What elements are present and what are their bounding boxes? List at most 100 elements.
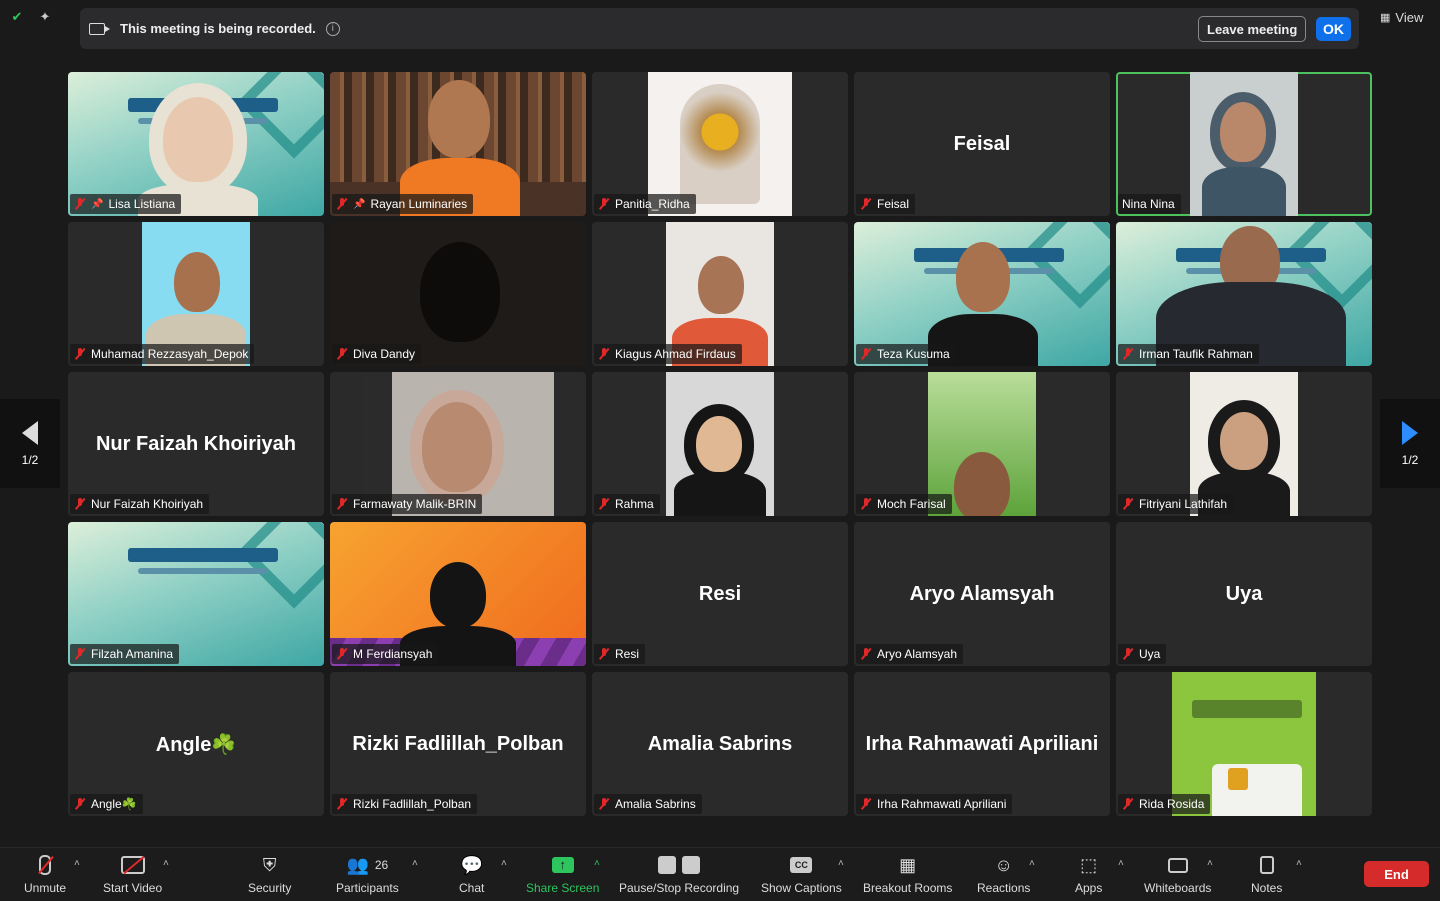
chat-button[interactable]: 💬 Chat: [459, 854, 485, 896]
participant-tile[interactable]: Farmawaty Malik-BRIN: [330, 372, 586, 516]
pause-stop-recording-button[interactable]: Pause/Stop Recording: [619, 854, 739, 895]
ok-button[interactable]: OK: [1316, 17, 1351, 41]
participant-tile[interactable]: Muhamad Rezzasyah_Depok: [68, 222, 324, 366]
participant-tile[interactable]: Angle☘️ Angle☘️: [68, 672, 324, 816]
participant-tile[interactable]: Feisal Feisal: [854, 72, 1110, 216]
participant-tile[interactable]: Rahma: [592, 372, 848, 516]
participant-name: Uya: [1139, 647, 1161, 661]
next-page-button[interactable]: 1/2: [1380, 399, 1440, 488]
participant-tile[interactable]: Kiagus Ahmad Firdaus: [592, 222, 848, 366]
participant-tile[interactable]: Uya Uya: [1116, 522, 1372, 666]
name-label: Amalia Sabrins: [594, 794, 702, 814]
whiteboards-button[interactable]: Whiteboards: [1144, 854, 1211, 895]
start-video-button[interactable]: Start Video: [103, 854, 162, 895]
whiteboards-caret-icon[interactable]: ˄: [1207, 858, 1213, 869]
participant-name: Resi: [615, 647, 640, 661]
chat-caret-icon[interactable]: ˄: [501, 858, 507, 869]
previous-page-button[interactable]: 1/2: [0, 399, 60, 488]
camera-icon: [89, 22, 110, 35]
name-label: Teza Kusuma: [856, 344, 956, 364]
breakout-label: Breakout Rooms: [863, 881, 953, 895]
share-caret-icon[interactable]: ˄: [594, 858, 600, 869]
participant-tile[interactable]: Irha Rahmawati Apriliani Irha Rahmawati …: [854, 672, 1110, 816]
participant-tile[interactable]: Panitia_Ridha: [592, 72, 848, 216]
participant-name: Fitriyani Lathifah: [1139, 497, 1228, 511]
audio-options-caret-icon[interactable]: ˄: [74, 858, 80, 869]
participant-name: Rizki Fadlillah_Polban: [353, 797, 472, 811]
participant-tile[interactable]: Diva Dandy: [330, 222, 586, 366]
muted-mic-icon: [598, 648, 610, 660]
participant-tile[interactable]: Resi Resi: [592, 522, 848, 666]
name-label: Feisal: [856, 194, 916, 214]
muted-mic-icon: [74, 498, 86, 510]
participant-name: Farmawaty Malik-BRIN: [353, 497, 477, 511]
shield-check-icon[interactable]: ✔: [8, 8, 26, 26]
muted-mic-icon: [598, 798, 610, 810]
end-meeting-button[interactable]: End: [1364, 861, 1429, 887]
apps-caret-icon[interactable]: ˄: [1118, 858, 1124, 869]
muted-mic-icon: [1122, 648, 1134, 660]
participant-tile[interactable]: Amalia Sabrins Amalia Sabrins: [592, 672, 848, 816]
name-label: M Ferdiansyah: [332, 644, 439, 664]
participant-face: [422, 402, 492, 492]
reactions-caret-icon[interactable]: ˄: [1029, 858, 1035, 869]
participant-name: Kiagus Ahmad Firdaus: [615, 347, 736, 361]
participant-name: Rahma: [615, 497, 654, 511]
notes-button[interactable]: Notes: [1251, 854, 1282, 895]
participant-name: Aryo Alamsyah: [877, 647, 958, 661]
reactions-label: Reactions: [977, 881, 1031, 895]
share-screen-button[interactable]: ↑ Share Screen: [526, 854, 599, 895]
chat-label: Chat: [459, 881, 485, 895]
sparkle-icon[interactable]: ✦: [36, 8, 54, 26]
participant-name: Feisal: [877, 197, 910, 211]
participant-tile[interactable]: 📌 Lisa Listiana: [68, 72, 324, 216]
participant-tile[interactable]: Teza Kusuma: [854, 222, 1110, 366]
arrow-right-icon: [1402, 420, 1418, 445]
unmute-label: Unmute: [24, 881, 67, 895]
name-label: Moch Farisal: [856, 494, 952, 514]
participant-tile[interactable]: Irman Taufik Rahman: [1116, 222, 1372, 366]
participants-button[interactable]: 👥 26 Participants: [336, 854, 399, 896]
participant-name: Angle☘️: [91, 797, 137, 811]
participant-tile[interactable]: Moch Farisal: [854, 372, 1110, 516]
participant-video: [420, 242, 500, 342]
participant-tile[interactable]: Rizki Fadlillah_Polban Rizki Fadlillah_P…: [330, 672, 586, 816]
participant-name: Nur Faizah Khoiriyah: [91, 497, 204, 511]
muted-mic-icon: [860, 798, 872, 810]
show-captions-button[interactable]: CC Show Captions: [761, 854, 842, 895]
captions-caret-icon[interactable]: ˄: [838, 858, 844, 869]
muted-mic-icon: [860, 198, 872, 210]
participant-tile[interactable]: Fitriyani Lathifah: [1116, 372, 1372, 516]
participant-tile[interactable]: Rida Rosida: [1116, 672, 1372, 816]
muted-mic-icon: [598, 348, 610, 360]
security-label: Security: [248, 881, 292, 895]
leave-meeting-button[interactable]: Leave meeting: [1198, 16, 1307, 42]
participant-name: Teza Kusuma: [877, 347, 950, 361]
participant-face: [698, 256, 744, 314]
breakout-rooms-button[interactable]: ▦ Breakout Rooms: [863, 854, 953, 896]
notes-caret-icon[interactable]: ˄: [1296, 858, 1302, 869]
chat-bubble-icon: 💬: [460, 854, 483, 875]
participant-name: Rida Rosida: [1139, 797, 1205, 811]
apps-button[interactable]: ⬚ Apps: [1075, 854, 1102, 896]
security-button[interactable]: ⛨ Security: [248, 854, 292, 896]
participant-tile[interactable]: Aryo Alamsyah Aryo Alamsyah: [854, 522, 1110, 666]
flower-jar-image: [680, 84, 760, 204]
unmute-button[interactable]: Unmute: [24, 854, 66, 895]
participant-tile[interactable]: M Ferdiansyah: [330, 522, 586, 666]
participant-tile-active-speaker[interactable]: Nina Nina: [1116, 72, 1372, 216]
video-options-caret-icon[interactable]: ˄: [163, 858, 169, 869]
participant-tile[interactable]: Nur Faizah Khoiriyah Nur Faizah Khoiriya…: [68, 372, 324, 516]
video-off-icon: [120, 854, 145, 876]
name-label: Diva Dandy: [332, 344, 422, 364]
participant-tile[interactable]: Filzah Amanina: [68, 522, 324, 666]
view-button[interactable]: ▦ View: [1380, 10, 1423, 25]
meeting-toolbar: Unmute ˄ Start Video ˄ ⛨ Security 👥 26 Pa…: [0, 847, 1440, 901]
name-label: Irha Rahmawati Apriliani: [856, 794, 1013, 814]
info-icon[interactable]: i: [325, 21, 340, 36]
share-screen-label: Share Screen: [526, 881, 600, 895]
participants-caret-icon[interactable]: ˄: [412, 858, 418, 869]
participant-tile[interactable]: 📌 Rayan Luminaries: [330, 72, 586, 216]
reactions-button[interactable]: ☺ Reactions: [977, 854, 1031, 896]
name-label: Rahma: [594, 494, 660, 514]
